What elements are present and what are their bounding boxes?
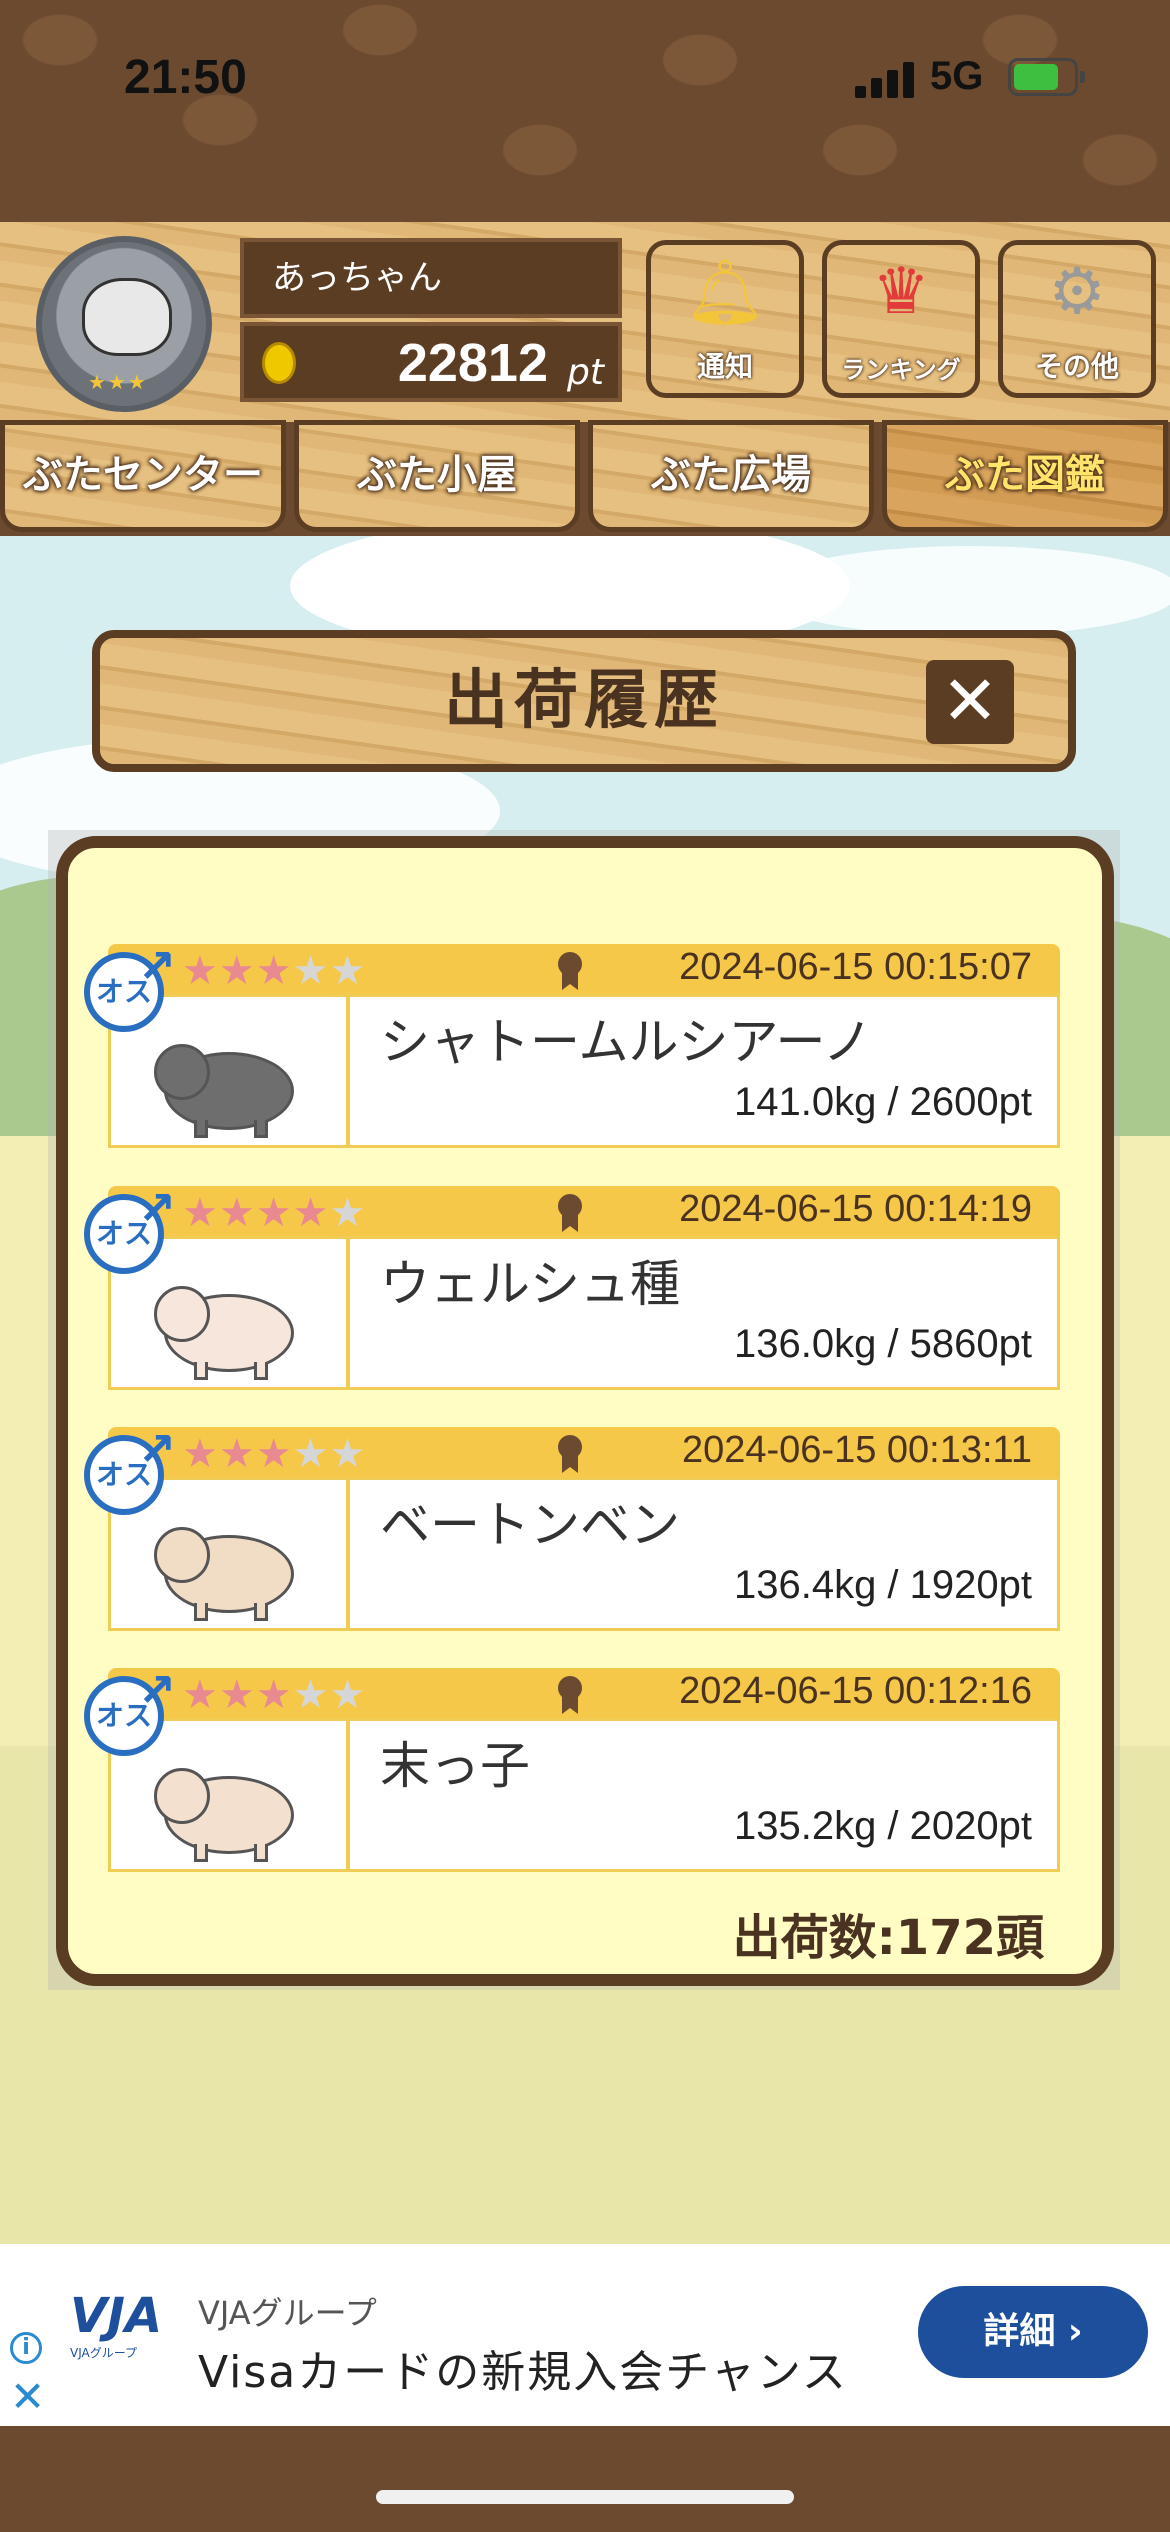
pig-name: ベートンベン — [380, 1496, 680, 1554]
weight-points: 136.4kg / 1920pt — [733, 1563, 1032, 1607]
male-badge-icon: オス ↗ — [84, 1422, 176, 1515]
signal-icon — [855, 62, 915, 98]
medal-icon — [556, 1194, 582, 1232]
ranking-label: ランキング — [841, 356, 961, 384]
rarity-stars: ★★★★★ — [182, 1190, 367, 1236]
other-label: その他 — [1034, 350, 1119, 383]
weight-points: 135.2kg / 2020pt — [733, 1804, 1032, 1848]
ad-details-button[interactable]: 詳細 › — [918, 2286, 1148, 2378]
notification-label: 通知 — [696, 350, 753, 383]
entry-datetime: 2024-06-15 00:12:16 — [679, 1670, 1032, 1712]
male-badge-icon: オス ↗ — [84, 1663, 176, 1756]
vja-logo: VJA VJAグループ — [70, 2288, 163, 2360]
points-unit: pt — [567, 352, 604, 393]
modal-title: 出荷履歴 — [444, 664, 724, 738]
pig-icon — [154, 1762, 304, 1862]
bell-icon: 🔔︎ — [684, 256, 766, 330]
avatar[interactable]: ★★★ — [36, 236, 212, 412]
shipment-entry[interactable]: ★★★★★ 2024-06-15 00:14:19 ウェルシュ種 136.0kg… — [84, 1181, 1060, 1390]
network-label: 5G — [930, 54, 984, 98]
shipment-entry[interactable]: ★★★★★ 2024-06-15 00:12:16 末っ子 135.2kg / … — [84, 1663, 1060, 1872]
tab-buta-hiroba[interactable]: ぶた広場 — [588, 420, 874, 532]
main-tabs: ぶたセンター ぶた小屋 ぶた広場 ぶた図鑑 — [0, 420, 1170, 536]
entry-datetime: 2024-06-15 00:15:07 — [679, 946, 1032, 988]
user-name: あっちゃん — [240, 238, 622, 318]
coin-icon — [262, 342, 296, 384]
pig-face-icon — [82, 278, 172, 356]
weight-points: 141.0kg / 2600pt — [733, 1080, 1032, 1124]
pig-icon — [154, 1521, 304, 1621]
entry-datetime: 2024-06-15 00:14:19 — [679, 1188, 1032, 1230]
other-button[interactable]: ⚙ その他 — [998, 240, 1156, 398]
ranking-button[interactable]: ♛ ランキング — [822, 240, 980, 398]
shipment-entry[interactable]: ★★★★★ 2024-06-15 00:15:07 シャトームルシアーノ 141… — [84, 939, 1060, 1148]
shipment-entry[interactable]: ★★★★★ 2024-06-15 00:13:11 ベートンベン 136.4kg… — [84, 1422, 1060, 1631]
male-badge-icon: オス ↗ — [84, 1181, 176, 1274]
home-indicator[interactable] — [376, 2490, 794, 2504]
male-badge-icon: オス ↗ — [84, 939, 176, 1032]
status-bar: 21:50 5G — [0, 44, 1170, 114]
points-display: 22812 pt — [240, 322, 622, 402]
medal-icon — [556, 1676, 582, 1714]
close-button[interactable]: ✕ — [926, 660, 1014, 744]
pig-name: ウェルシュ種 — [380, 1255, 680, 1313]
battery-icon — [1008, 58, 1085, 96]
rarity-stars: ★★★★★ — [182, 948, 367, 994]
entry-datetime: 2024-06-15 00:13:11 — [681, 1429, 1032, 1471]
pig-name: シャトームルシアーノ — [380, 1013, 873, 1071]
notification-button[interactable]: 🔔︎ 通知 — [646, 240, 804, 398]
ad-title: Visaカードの新規入会チャンス — [198, 2347, 848, 2398]
pig-name: 末っ子 — [380, 1737, 530, 1795]
tab-buta-zukan[interactable]: ぶた図鑑 — [882, 420, 1168, 532]
pig-icon — [154, 1280, 304, 1380]
rarity-stars: ★★★★★ — [182, 1431, 367, 1477]
close-ad-icon[interactable]: ✕ — [10, 2372, 45, 2421]
tab-buta-goya[interactable]: ぶた小屋 — [294, 420, 580, 532]
bottom-band — [0, 2426, 1170, 2532]
pig-icon — [154, 1038, 304, 1138]
tab-buta-center[interactable]: ぶたセンター — [0, 420, 286, 532]
weight-points: 136.0kg / 5860pt — [733, 1322, 1032, 1366]
ad-banner[interactable]: i ✕ VJA VJAグループ VJAグループ Visaカードの新規入会チャンス… — [0, 2244, 1170, 2426]
gear-icon: ⚙ — [1048, 255, 1106, 329]
rank-stars-icon: ★★★ — [88, 370, 148, 394]
rarity-stars: ★★★★★ — [182, 1672, 367, 1718]
ad-org: VJAグループ — [198, 2294, 377, 2332]
crown-icon: ♛ — [872, 255, 930, 329]
info-icon[interactable]: i — [10, 2332, 42, 2364]
medal-icon — [556, 1435, 582, 1473]
shipment-count: 出荷数:172頭 — [732, 1910, 1044, 1966]
status-time: 21:50 — [124, 51, 247, 104]
header-panel: ★★★ あっちゃん 22812 pt 🔔︎ 通知 ♛ ランキング ⚙ その他 — [0, 218, 1170, 422]
medal-icon — [556, 952, 582, 990]
points-value: 22812 — [397, 333, 548, 393]
top-pattern-band — [0, 0, 1170, 230]
